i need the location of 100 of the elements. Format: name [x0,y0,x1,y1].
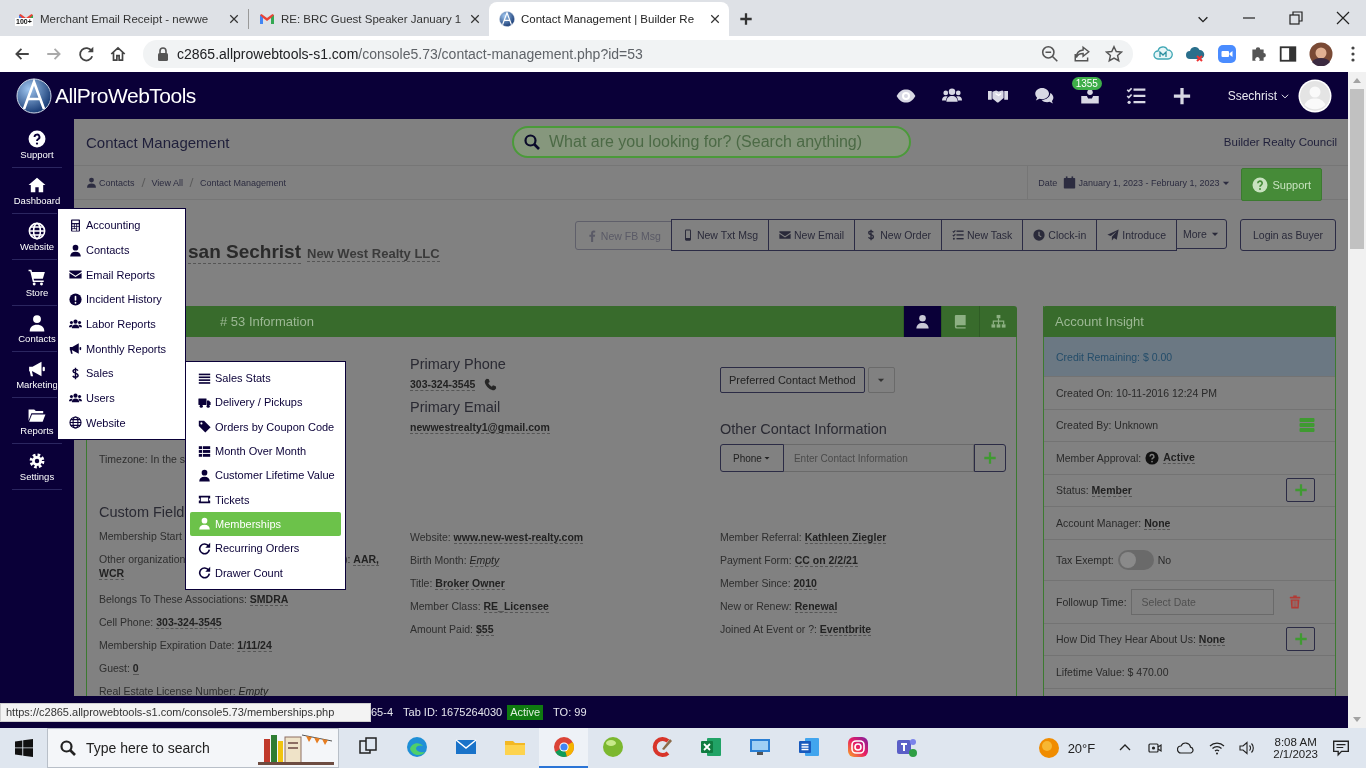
logo-icon [499,11,515,27]
people-icon [69,317,82,331]
menu-item[interactable]: Orders by Coupon Code [190,414,341,439]
clock-text[interactable]: 8:08 AM 2/1/2023 [1273,736,1318,760]
action-button[interactable]: New Order [854,219,942,251]
action-button[interactable]: Clock-in [1022,219,1098,251]
toggle-switch[interactable] [1117,549,1154,570]
info-text: Created On: 10-11-2016 12:24 PM [1056,386,1217,399]
start-icon[interactable] [15,739,33,757]
taskbar-search[interactable]: Type here to search [47,728,339,768]
browser-tab[interactable]: Contact Management | Builder Re [489,2,729,36]
new-tab-icon[interactable] [739,12,753,26]
user-menu[interactable]: Ssechrist [1227,88,1290,103]
exclamation-icon [69,292,82,306]
reload-icon[interactable] [77,45,95,63]
page-title: Contact Management [86,133,230,151]
field-label: Followup Time: [1056,595,1127,608]
cloud-icon[interactable] [1177,740,1196,756]
extension-icon[interactable] [1185,44,1205,64]
breadcrumb-link[interactable]: Contacts [99,177,135,188]
phone-number[interactable]: 303-324-3545 [410,378,476,391]
breadcrumb-link[interactable]: View All [151,177,183,188]
email-address[interactable]: newwestrealty1@gmail.com [410,421,550,434]
field-text: Member Since: 2010 [720,576,817,591]
sidebar-item[interactable]: Settings [12,444,62,490]
browser-icon[interactable] [404,735,429,759]
plus-icon[interactable] [1171,85,1192,106]
preferred-contact-button[interactable]: Preferred Contact Method [720,367,865,393]
menu-item[interactable]: Tickets [190,487,341,512]
person-icon [86,177,97,188]
field-value[interactable]: WCR [99,565,125,581]
avatar[interactable] [1298,78,1332,113]
info-text: Status: Member [1056,484,1132,497]
home-icon[interactable] [109,45,127,63]
menu-item[interactable]: Customer Lifetime Value [190,463,341,488]
info-text: Created By: Unknown [1056,419,1159,432]
field-text: Payment Form: CC on 2/2/21 [720,553,858,568]
redo-icon [198,566,211,579]
field-text: New or Renew: Renewal [720,599,838,614]
chat-icon[interactable] [1033,85,1054,106]
organization-name: Builder Realty Council [1223,136,1337,148]
menu-item[interactable]: Sales Stats [190,366,341,391]
video-call-icon[interactable] [1217,44,1237,64]
breadcrumb-link[interactable]: Contact Management [199,177,286,188]
spreadsheet-icon[interactable] [698,735,723,759]
zoom-out-icon[interactable] [1041,45,1059,63]
restore-icon[interactable] [1288,10,1304,26]
search-icon [60,740,76,756]
add-button[interactable] [1286,478,1315,503]
action-button[interactable]: New Email [768,219,856,251]
mail-icon [259,11,275,27]
wifi-icon[interactable] [1209,740,1226,756]
menu-item[interactable]: Drawer Count [190,560,341,585]
profile-avatar[interactable] [1309,42,1333,66]
action-button[interactable]: Introduce [1096,219,1177,251]
envelope-icon [69,268,82,282]
menu-item[interactable]: Month Over Month [190,438,341,464]
browser-icon[interactable] [551,735,576,759]
hierarchy-icon [991,314,1006,329]
search-field[interactable]: What are you looking for? (Search anything) [512,126,911,158]
sidebar-item[interactable]: Support [12,122,62,168]
status-badge: Active [507,704,544,720]
view-tab[interactable] [903,306,941,337]
checklist-icon[interactable] [1125,85,1146,106]
add-button[interactable] [1286,627,1315,652]
login-button[interactable]: Login as Buyer [1239,219,1336,251]
close-icon[interactable] [1335,10,1351,26]
add-button[interactable] [974,444,1006,472]
field-text: Guest: 0 [99,661,139,676]
camera-icon[interactable] [845,735,870,759]
volume-icon[interactable] [1239,740,1256,756]
notification-icon[interactable] [1332,739,1350,757]
calendar-icon [1063,176,1077,189]
star-icon[interactable] [1105,45,1123,63]
section-heading: Primary Phone [410,356,506,372]
meeting-icon[interactable] [1147,740,1164,756]
puzzle-icon[interactable] [1249,45,1267,63]
status-value[interactable]: Active [1163,451,1195,465]
browser-tab[interactable]: RE: BRC Guest Speaker January 1 [249,2,489,36]
more-button[interactable]: More [1176,219,1227,249]
contact-type-dropdown[interactable]: Phone [720,444,784,472]
share-icon[interactable] [1073,45,1091,63]
menu-item[interactable]: Delivery / Pickups [190,390,341,415]
close-icon[interactable] [709,13,721,25]
weather-text[interactable]: 20°F [1067,740,1096,756]
address-field[interactable]: c2865.allprowebtools-s1.com/console5.73/contact-management.php?id=53 [143,40,1133,68]
date-range-picker[interactable]: January 1, 2023 - February 1, 2023 [1063,176,1232,189]
close-icon[interactable] [228,13,240,25]
field-text: Title: Broker Owner [410,576,505,591]
contact-name: san Sechrist [188,241,301,264]
side-panel-icon[interactable] [1279,45,1297,63]
menu-item[interactable]: Recurring Orders [190,536,341,561]
close-icon[interactable] [469,13,481,25]
document-icon[interactable] [796,735,821,759]
action-button[interactable]: New Txt Msg [670,219,769,251]
scrollbar[interactable] [1348,72,1366,728]
logo-text: AllProWebTools [55,83,196,108]
action-button[interactable]: New Task [940,219,1024,251]
book-icon [953,314,968,329]
panel-header: Account Insight [1043,306,1336,337]
